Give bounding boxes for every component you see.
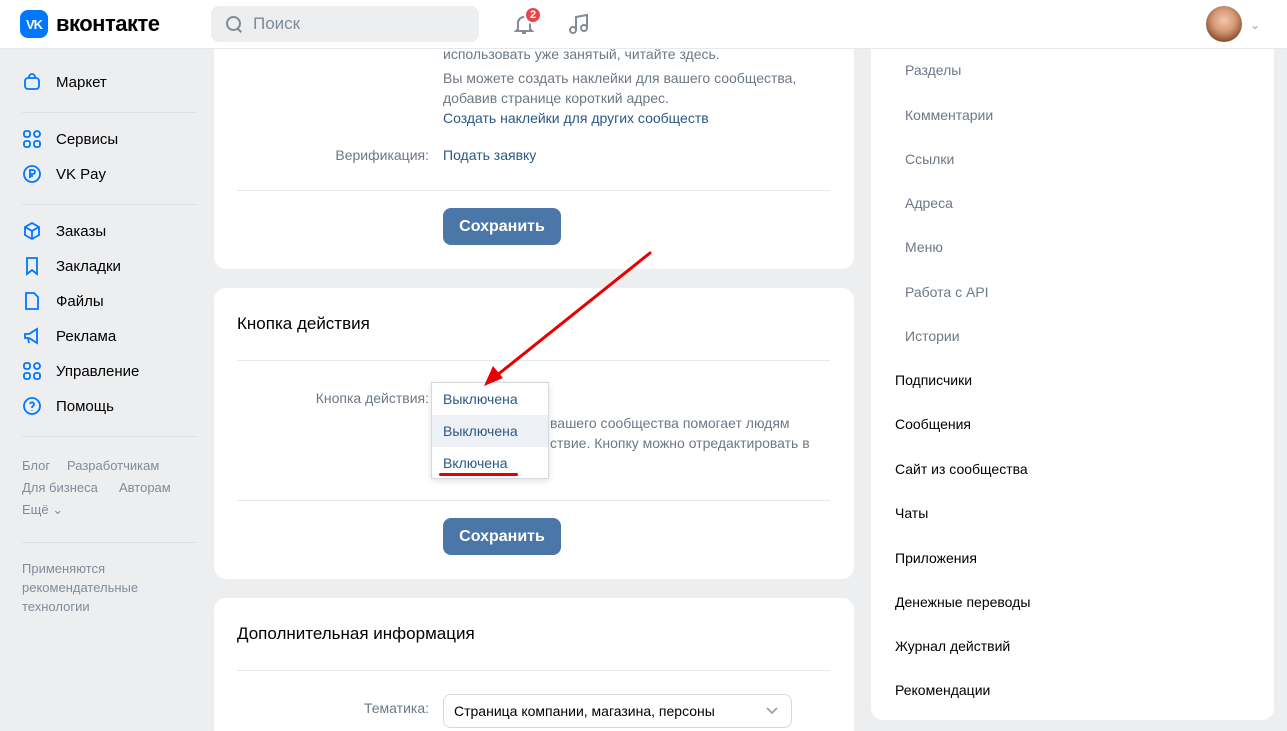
footer-link-more[interactable]: Ещё ⌄ xyxy=(22,502,63,518)
action-button-dropdown[interactable]: Выключена Выключена Включена xyxy=(431,382,549,479)
nav-divider xyxy=(22,112,197,113)
nav-item-manage[interactable]: Управление xyxy=(22,361,139,381)
nav-item-orders[interactable]: Заказы xyxy=(22,221,106,241)
top-header: VK вконтакте Поиск 2 ⌄ xyxy=(0,0,1287,49)
menu-item-chats[interactable]: Чаты xyxy=(895,505,928,521)
nav-divider xyxy=(22,542,197,543)
divider xyxy=(237,360,830,361)
menu-subitem-addresses[interactable]: Адреса xyxy=(905,195,953,211)
nav-label: Помощь xyxy=(56,397,114,415)
file-icon xyxy=(22,291,42,311)
bookmark-icon xyxy=(22,256,42,276)
grid-icon xyxy=(22,361,42,381)
description-line1: вашего сообщества помогает людям xyxy=(550,415,790,431)
search-input[interactable]: Поиск xyxy=(211,6,479,42)
vk-logo-icon: VK xyxy=(20,10,48,38)
nav-label: Заказы xyxy=(56,222,107,240)
action-button-label: Кнопка действия: xyxy=(315,390,429,406)
nav-label: Закладки xyxy=(56,257,121,275)
divider xyxy=(237,670,830,671)
logo-text: вконтакте xyxy=(56,11,160,36)
nav-label: Файлы xyxy=(56,292,104,310)
recommend-note[interactable]: Применяются рекомендательные технологии xyxy=(22,559,192,616)
menu-item-log[interactable]: Журнал действий xyxy=(895,638,1010,654)
dropdown-current-value[interactable]: Выключена xyxy=(432,383,548,415)
nav-label: Реклама xyxy=(56,327,117,345)
footer-link-blog[interactable]: Блог xyxy=(22,458,50,473)
menu-subitem-sections[interactable]: Разделы xyxy=(905,62,961,78)
topic-label: Тематика: xyxy=(364,700,429,716)
avatar[interactable] xyxy=(1206,6,1242,42)
verification-label: Верификация: xyxy=(335,147,429,163)
settings-card-main: использовать уже занятый, читайте здесь.… xyxy=(214,32,854,269)
nav-label: VK Pay xyxy=(56,165,107,183)
verification-link[interactable]: Подать заявку xyxy=(443,147,536,163)
menu-subitem-comments[interactable]: Комментарии xyxy=(905,107,993,123)
menu-item-transfers[interactable]: Денежные переводы xyxy=(895,594,1030,610)
nav-item-vkpay[interactable]: VK Pay xyxy=(22,164,106,184)
nav-divider xyxy=(22,436,197,437)
save-button[interactable]: Сохранить xyxy=(443,208,561,245)
divider xyxy=(237,190,830,191)
bag-icon xyxy=(22,72,42,92)
settings-menu: Разделы Комментарии Ссылки Адреса Меню Р… xyxy=(871,32,1274,720)
grid-icon xyxy=(22,129,42,149)
menu-item-apps[interactable]: Приложения xyxy=(895,550,977,566)
menu-subitem-menu[interactable]: Меню xyxy=(905,239,943,255)
action-button-description: вашего сообщества помогает людям ствие. … xyxy=(550,413,840,453)
nav-label: Маркет xyxy=(56,73,107,91)
stickers-hint-line2: добавив странице короткий адрес. xyxy=(443,90,669,106)
create-stickers-link[interactable]: Создать наклейки для других сообществ xyxy=(443,108,833,128)
search-placeholder: Поиск xyxy=(253,14,301,33)
chevron-down-icon[interactable]: ⌄ xyxy=(1250,18,1260,32)
divider xyxy=(237,500,830,501)
nav-label: Управление xyxy=(56,362,140,380)
stickers-hint-line1: Вы можете создать наклейки для вашего со… xyxy=(443,70,797,86)
nav-item-files[interactable]: Файлы xyxy=(22,291,104,311)
menu-item-messages[interactable]: Сообщения xyxy=(895,416,971,432)
notifications-badge: 2 xyxy=(524,6,542,24)
megaphone-icon xyxy=(22,326,42,346)
card-title: Дополнительная информация xyxy=(237,624,475,643)
nav-item-help[interactable]: Помощь xyxy=(22,396,114,416)
nav-divider xyxy=(22,204,197,205)
annotation-underline xyxy=(439,473,518,476)
dropdown-option-off[interactable]: Выключена xyxy=(432,415,548,447)
vk-logo[interactable]: VK вконтакте xyxy=(20,10,160,38)
footer-link-developers[interactable]: Разработчикам xyxy=(67,458,159,473)
menu-subitem-api[interactable]: Работа с API xyxy=(905,284,989,300)
menu-item-subscribers[interactable]: Подписчики xyxy=(895,372,972,388)
description-line2: ствие. Кнопку можно отредактировать в xyxy=(550,435,810,451)
chevron-down-icon xyxy=(766,707,778,715)
ruble-icon xyxy=(22,164,42,184)
menu-subitem-stories[interactable]: Истории xyxy=(905,328,960,344)
nav-item-bookmarks[interactable]: Закладки xyxy=(22,256,121,276)
music-icon[interactable] xyxy=(567,12,591,36)
nav-item-market[interactable]: Маркет xyxy=(22,72,107,92)
menu-subitem-links[interactable]: Ссылки xyxy=(905,151,954,167)
footer-link-authors[interactable]: Авторам xyxy=(119,480,171,495)
menu-item-site[interactable]: Сайт из сообщества xyxy=(895,461,1028,477)
nav-label: Сервисы xyxy=(56,130,119,148)
box-icon xyxy=(22,221,42,241)
nav-item-ads[interactable]: Реклама xyxy=(22,326,116,346)
topic-select-value: Страница компании, магазина, персоны xyxy=(454,703,715,719)
save-button[interactable]: Сохранить xyxy=(443,518,561,555)
card-title: Кнопка действия xyxy=(237,314,370,333)
stickers-hint: Вы можете создать наклейки для вашего со… xyxy=(443,68,833,128)
footer-link-business[interactable]: Для бизнеса xyxy=(22,480,98,495)
help-icon xyxy=(22,396,42,416)
search-icon xyxy=(225,15,243,33)
nav-item-services[interactable]: Сервисы xyxy=(22,129,118,149)
menu-item-recommendations[interactable]: Рекомендации xyxy=(895,682,990,698)
topic-select[interactable]: Страница компании, магазина, персоны xyxy=(443,694,792,728)
